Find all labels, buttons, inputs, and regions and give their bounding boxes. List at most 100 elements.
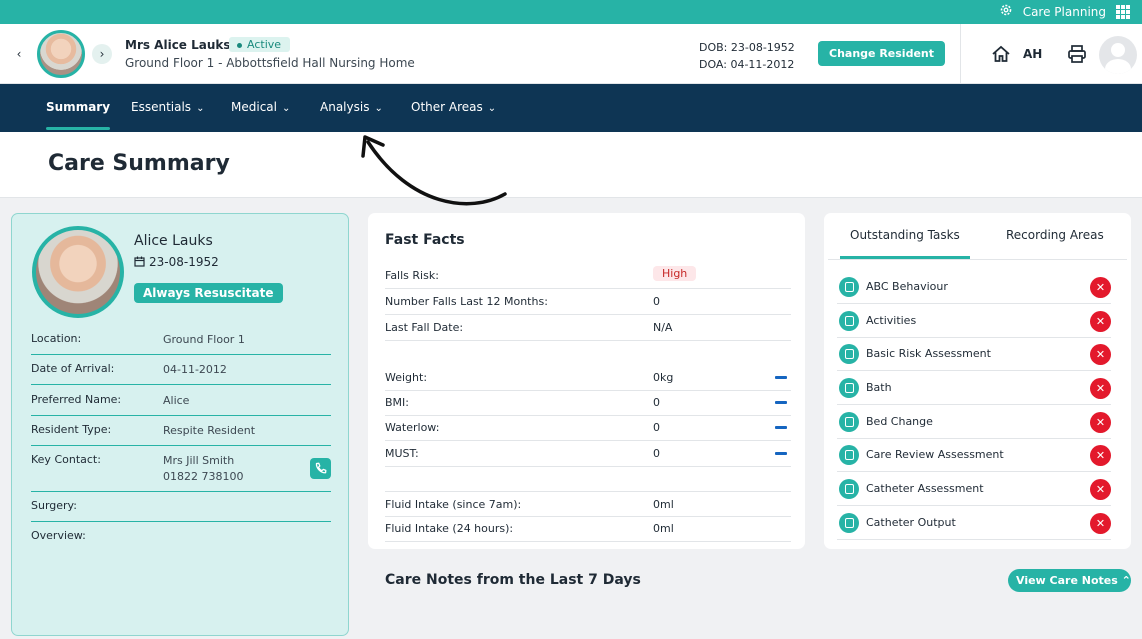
profile-row-overview: Overview: bbox=[31, 522, 331, 552]
close-icon[interactable]: ✕ bbox=[1090, 378, 1111, 399]
profile-row-label: Date of Arrival: bbox=[31, 362, 115, 375]
fact-label: Number Falls Last 12 Months: bbox=[385, 295, 548, 308]
resident-header: ‹ › Mrs Alice Lauks Active Ground Floor … bbox=[0, 24, 1142, 84]
resident-name: Mrs Alice Lauks bbox=[125, 38, 231, 52]
tab-outstanding-tasks[interactable]: Outstanding Tasks bbox=[850, 228, 960, 242]
care-notes-title: Care Notes from the Last 7 Days bbox=[385, 572, 641, 588]
resuscitation-badge: Always Resuscitate bbox=[134, 283, 283, 303]
minus-icon bbox=[775, 376, 787, 379]
fact-value: 0ml bbox=[653, 498, 674, 511]
task-label: ABC Behaviour bbox=[866, 280, 948, 293]
resident-photo bbox=[32, 226, 124, 318]
fact-row-last-fall-date: Last Fall Date: N/A bbox=[385, 315, 791, 341]
task-item[interactable]: Bed Change ✕ bbox=[837, 406, 1111, 439]
tab-divider bbox=[828, 259, 1127, 260]
fact-row-fluid-intake-7am: Fluid Intake (since 7am): 0ml bbox=[385, 491, 791, 517]
profile-row-label: Preferred Name: bbox=[31, 393, 122, 406]
task-icon bbox=[839, 412, 859, 432]
next-resident-button[interactable]: › bbox=[92, 44, 112, 64]
close-icon[interactable]: ✕ bbox=[1090, 311, 1111, 332]
profile-row-key-contact: Key Contact: Mrs Jill Smith 01822 738100 bbox=[31, 446, 331, 492]
gear-icon[interactable] bbox=[999, 3, 1013, 20]
task-item[interactable]: ABC Behaviour ✕ bbox=[837, 271, 1111, 304]
fact-label: Waterlow: bbox=[385, 421, 440, 434]
fact-row-fluid-intake-24h: Fluid Intake (24 hours): 0ml bbox=[385, 516, 791, 542]
key-contact-phone: 01822 738100 bbox=[163, 470, 244, 483]
chevron-down-icon: ⌄ bbox=[281, 103, 291, 114]
home-icon[interactable] bbox=[991, 45, 1011, 67]
profile-row-label: Surgery: bbox=[31, 499, 77, 512]
fact-label: Last Fall Date: bbox=[385, 321, 464, 334]
close-icon[interactable]: ✕ bbox=[1090, 344, 1111, 365]
falls-risk-badge: High bbox=[653, 266, 697, 281]
profile-row-label: Key Contact: bbox=[31, 453, 101, 466]
tab-recording-areas[interactable]: Recording Areas bbox=[1006, 228, 1104, 242]
close-icon[interactable]: ✕ bbox=[1090, 412, 1111, 433]
page-title: Care Summary bbox=[48, 151, 230, 176]
nav-medical[interactable]: Medical ⌄ bbox=[231, 100, 290, 132]
fact-row-falls-risk: Falls Risk: bbox=[385, 263, 791, 289]
profile-row-preferred-name: Preferred Name: Alice bbox=[31, 386, 331, 416]
task-item[interactable]: Activities ✕ bbox=[837, 305, 1111, 338]
minus-icon bbox=[775, 426, 787, 429]
task-item[interactable]: Catheter Output ✕ bbox=[837, 507, 1111, 540]
close-icon[interactable]: ✕ bbox=[1090, 445, 1111, 466]
task-label: Catheter Output bbox=[866, 516, 956, 529]
fast-facts-title: Fast Facts bbox=[385, 232, 465, 248]
view-care-notes-label: View Care Notes bbox=[1016, 574, 1118, 587]
close-icon[interactable]: ✕ bbox=[1090, 479, 1111, 500]
user-avatar[interactable] bbox=[1099, 36, 1137, 74]
app-title[interactable]: Care Planning bbox=[1023, 5, 1106, 19]
task-item[interactable]: Care Review Assessment ✕ bbox=[837, 439, 1111, 472]
user-initials[interactable]: AH bbox=[1023, 47, 1042, 61]
phone-icon[interactable] bbox=[310, 458, 331, 479]
nav-essentials[interactable]: Essentials ⌄ bbox=[131, 100, 204, 132]
profile-name: Alice Lauks bbox=[134, 233, 213, 249]
task-item[interactable]: Catheter Assessment ✕ bbox=[837, 473, 1111, 506]
previous-resident-button[interactable]: ‹ bbox=[9, 44, 29, 64]
task-label: Care Review Assessment bbox=[866, 448, 1004, 461]
fact-value: 0 bbox=[653, 396, 660, 409]
tasks-card: Outstanding Tasks Recording Areas ABC Be… bbox=[824, 213, 1131, 549]
task-icon bbox=[839, 513, 859, 533]
status-label: Active bbox=[247, 38, 282, 51]
chevron-down-icon: ⌄ bbox=[487, 103, 497, 114]
close-icon[interactable]: ✕ bbox=[1090, 513, 1111, 534]
fact-label: Fluid Intake (24 hours): bbox=[385, 522, 514, 535]
fact-value: N/A bbox=[653, 321, 673, 334]
profile-dob: 23-08-1952 bbox=[134, 255, 219, 270]
chevron-down-icon: ⌄ bbox=[196, 103, 205, 114]
fact-row-weight: Weight: 0kg bbox=[385, 365, 791, 391]
task-label: Bath bbox=[866, 381, 892, 394]
fact-value: 0kg bbox=[653, 371, 674, 384]
profile-row-resident-type: Resident Type: Respite Resident bbox=[31, 416, 331, 446]
task-item[interactable]: Bath ✕ bbox=[837, 372, 1111, 405]
chevron-down-icon: ⌄ bbox=[374, 103, 383, 114]
task-label: Activities bbox=[866, 314, 917, 327]
top-app-bar-right: Care Planning bbox=[999, 3, 1130, 20]
task-icon bbox=[839, 378, 859, 398]
apps-grid-icon[interactable] bbox=[1116, 4, 1130, 19]
dob-text: DOB: 23-08-1952 bbox=[699, 41, 795, 54]
view-care-notes-button[interactable]: View Care Notes ⌃ bbox=[1008, 569, 1131, 592]
close-icon[interactable]: ✕ bbox=[1090, 277, 1111, 298]
nav-other-areas-label: Other Areas bbox=[411, 100, 483, 114]
profile-row-value: Alice bbox=[163, 394, 190, 407]
active-tab-indicator bbox=[840, 256, 970, 259]
profile-row-location: Location: Ground Floor 1 bbox=[31, 325, 331, 355]
calendar-icon bbox=[134, 256, 145, 270]
change-resident-button[interactable]: Change Resident bbox=[818, 41, 945, 66]
task-icon bbox=[839, 277, 859, 297]
profile-row-value: Respite Resident bbox=[163, 424, 256, 437]
chevron-up-icon: ⌃ bbox=[1121, 574, 1131, 587]
doa-text: DOA: 04-11-2012 bbox=[699, 58, 795, 71]
top-app-bar: Care Planning bbox=[0, 0, 1142, 24]
nav-analysis-label: Analysis bbox=[320, 100, 370, 114]
task-label: Basic Risk Assessment bbox=[866, 347, 991, 360]
task-item[interactable]: Basic Risk Assessment ✕ bbox=[837, 338, 1111, 371]
status-badge: Active bbox=[229, 37, 291, 52]
fact-label: Falls Risk: bbox=[385, 269, 439, 282]
printer-icon[interactable] bbox=[1067, 44, 1087, 68]
minus-icon bbox=[775, 401, 787, 404]
nav-summary[interactable]: Summary bbox=[46, 100, 111, 132]
